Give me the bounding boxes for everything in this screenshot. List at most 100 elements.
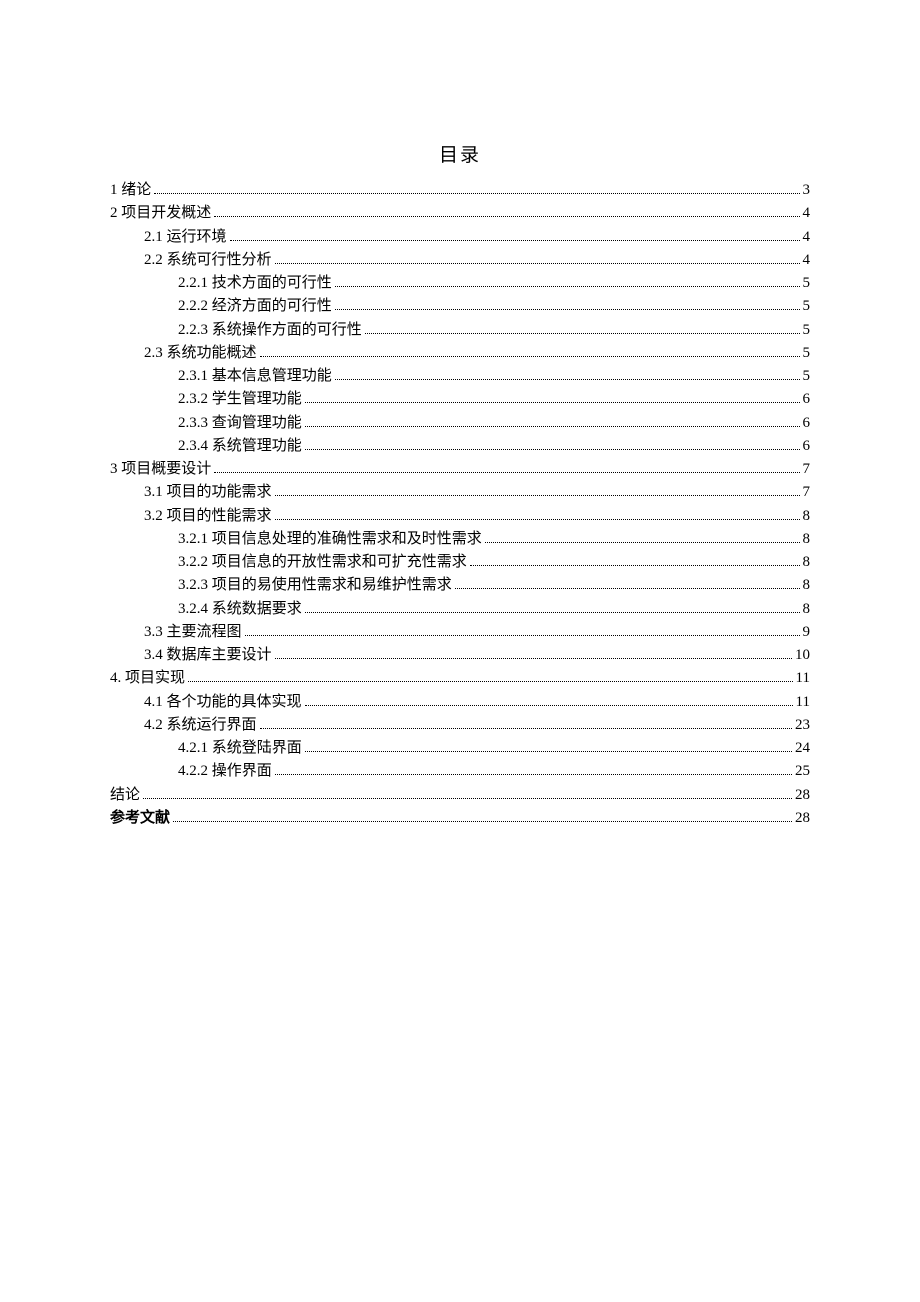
toc-entry-label: 3.4 数据库主要设计: [144, 644, 272, 667]
toc-entry-page: 3: [803, 179, 811, 202]
toc-entry-page: 9: [803, 621, 811, 644]
toc-leader-dots: [214, 205, 799, 217]
toc-entry-page: 8: [803, 598, 811, 621]
toc-entry-page: 8: [803, 574, 811, 597]
toc-entry-page: 28: [795, 784, 810, 807]
toc-entry-page: 8: [803, 551, 811, 574]
toc-entry-label: 3.2 项目的性能需求: [144, 505, 272, 528]
toc-leader-dots: [275, 252, 800, 264]
toc-entry-page: 7: [803, 481, 811, 504]
toc-leader-dots: [173, 810, 792, 822]
toc-entry-page: 5: [803, 365, 811, 388]
toc-entry: 2.2.2 经济方面的可行性5: [110, 295, 810, 318]
toc-entry-label: 3.2.4 系统数据要求: [178, 598, 302, 621]
toc-entry-label: 1 绪论: [110, 179, 151, 202]
toc-leader-dots: [305, 694, 793, 706]
toc-leader-dots: [154, 182, 799, 194]
toc-entry: 4.2 系统运行界面 23: [110, 714, 810, 737]
toc-entry-label: 2.3.4 系统管理功能: [178, 435, 302, 458]
toc-entry: 3.2.1 项目信息处理的准确性需求和及时性需求 8: [110, 528, 810, 551]
toc-leader-dots: [245, 624, 800, 636]
toc-entry-page: 5: [803, 272, 811, 295]
toc-entry-page: 4: [803, 202, 811, 225]
toc-entry: 3.3 主要流程图 9: [110, 621, 810, 644]
toc-entry-page: 11: [796, 667, 810, 690]
toc-entry: 1 绪论 3: [110, 179, 810, 202]
toc-entry-page: 8: [803, 528, 811, 551]
toc-entry-label: 3.2.3 项目的易使用性需求和易维护性需求: [178, 574, 452, 597]
toc-entry: 2 项目开发概述 4: [110, 202, 810, 225]
toc-entry: 3.2.2 项目信息的开放性需求和可扩充性需求 8: [110, 551, 810, 574]
toc-entry-page: 8: [803, 505, 811, 528]
toc-leader-dots: [230, 229, 800, 241]
toc-entry-page: 24: [795, 737, 810, 760]
toc-leader-dots: [214, 461, 799, 473]
toc-entry-page: 4: [803, 226, 811, 249]
toc-entry: 2.2.1 技术方面的可行性5: [110, 272, 810, 295]
toc-entry-label: 4.2.1 系统登陆界面: [178, 737, 302, 760]
toc-entry-label: 结论: [110, 784, 140, 807]
toc-entry: 2.3 系统功能概述5: [110, 342, 810, 365]
toc-entry-page: 7: [803, 458, 811, 481]
toc-entry: 3.2.3 项目的易使用性需求和易维护性需求 8: [110, 574, 810, 597]
toc-entry-page: 6: [803, 388, 811, 411]
toc-leader-dots: [305, 415, 800, 427]
toc-leader-dots: [143, 787, 792, 799]
toc-entry-label: 2.3.1 基本信息管理功能: [178, 365, 332, 388]
toc-entry-label: 4.1 各个功能的具体实现: [144, 691, 302, 714]
toc-entry: 4.2.1 系统登陆界面 24: [110, 737, 810, 760]
toc-leader-dots: [335, 368, 800, 380]
toc-entry-label: 2.3.2 学生管理功能: [178, 388, 302, 411]
toc-entry: 2.3.1 基本信息管理功能 5: [110, 365, 810, 388]
toc-leader-dots: [485, 531, 800, 543]
toc-entry: 3.2 项目的性能需求 8: [110, 505, 810, 528]
toc-leader-dots: [188, 670, 793, 682]
toc-entry-label: 4.2 系统运行界面: [144, 714, 257, 737]
toc-entry-label: 2.2 系统可行性分析: [144, 249, 272, 272]
toc-entry-page: 10: [795, 644, 810, 667]
toc-leader-dots: [260, 717, 792, 729]
toc-title: 目录: [110, 140, 810, 167]
toc-entry: 4.2.2 操作界面 25: [110, 760, 810, 783]
toc-entry-label: 2 项目开发概述: [110, 202, 211, 225]
toc-entry-label: 2.3.3 查询管理功能: [178, 412, 302, 435]
toc-leader-dots: [335, 298, 800, 310]
toc-entry-label: 4.2.2 操作界面: [178, 760, 272, 783]
toc-entry: 4. 项目实现 11: [110, 667, 810, 690]
toc-entry: 2.2 系统可行性分析 4: [110, 249, 810, 272]
toc-leader-dots: [305, 438, 800, 450]
toc-entry-page: 5: [803, 295, 811, 318]
toc-leader-dots: [275, 508, 800, 520]
toc-entry-label: 3.2.2 项目信息的开放性需求和可扩充性需求: [178, 551, 467, 574]
toc-leader-dots: [470, 554, 800, 566]
toc-entry: 2.3.2 学生管理功能 6: [110, 388, 810, 411]
toc-entry-label: 2.2.3 系统操作方面的可行性: [178, 319, 362, 342]
toc-entry: 参考文献 28: [110, 807, 810, 830]
toc-entry: 3.4 数据库主要设计 10: [110, 644, 810, 667]
toc-entry-label: 3 项目概要设计: [110, 458, 211, 481]
toc-leader-dots: [305, 740, 792, 752]
toc-leader-dots: [260, 345, 800, 357]
toc-entry-page: 4: [803, 249, 811, 272]
toc-entry-label: 4. 项目实现: [110, 667, 185, 690]
toc-entry-label: 参考文献: [110, 807, 170, 830]
toc-entry-label: 3.2.1 项目信息处理的准确性需求和及时性需求: [178, 528, 482, 551]
toc-entry-page: 28: [795, 807, 810, 830]
toc-entry-label: 2.3 系统功能概述: [144, 342, 257, 365]
toc-leader-dots: [305, 391, 800, 403]
toc-entry: 3.1 项目的功能需求7: [110, 481, 810, 504]
toc-entry: 4.1 各个功能的具体实现 11: [110, 691, 810, 714]
toc-entry-page: 11: [796, 691, 810, 714]
toc-leader-dots: [365, 322, 800, 334]
toc-leader-dots: [275, 763, 792, 775]
toc-entry-page: 6: [803, 435, 811, 458]
toc-entry-page: 5: [803, 319, 811, 342]
toc-entry: 2.2.3 系统操作方面的可行性 5: [110, 319, 810, 342]
toc-entry: 3 项目概要设计 7: [110, 458, 810, 481]
toc-entry: 2.1 运行环境4: [110, 226, 810, 249]
toc-entry: 3.2.4 系统数据要求 8: [110, 598, 810, 621]
toc-entry: 2.3.3 查询管理功能6: [110, 412, 810, 435]
toc-entry-label: 3.3 主要流程图: [144, 621, 242, 644]
toc-entry-page: 23: [795, 714, 810, 737]
toc-entry-page: 25: [795, 760, 810, 783]
